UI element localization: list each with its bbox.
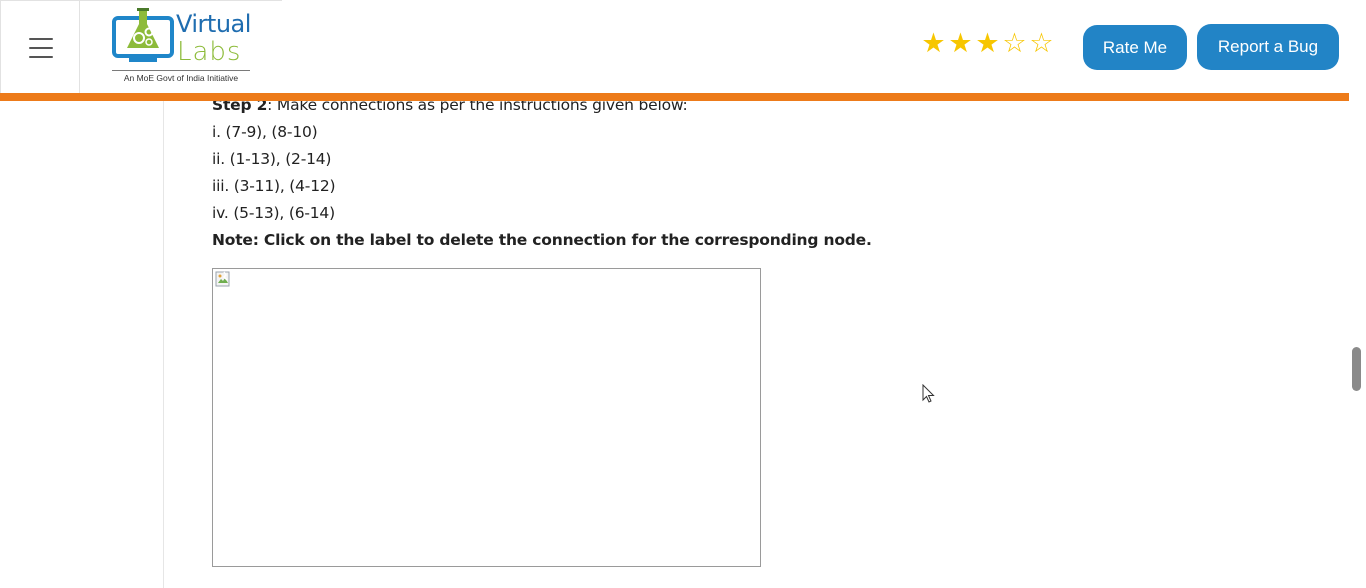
page: Step 2: Make connections as per the inst… xyxy=(0,0,1366,588)
menu-button[interactable] xyxy=(0,0,80,93)
logo-lab-icon xyxy=(112,8,174,62)
mouse-cursor-icon xyxy=(922,384,935,403)
rating-stars[interactable]: ★ ★ ★ ☆ ☆ xyxy=(920,30,1055,60)
instruction-item: iv. (5-13), (6-14) xyxy=(212,204,335,222)
instruction-item: ii. (1-13), (2-14) xyxy=(212,150,332,168)
scrollbar-thumb[interactable] xyxy=(1352,347,1361,391)
logo-word-virtual: Virtual xyxy=(176,10,251,38)
note-text: Note: Click on the label to delete the c… xyxy=(212,231,872,249)
hamburger-menu-icon[interactable] xyxy=(29,38,53,58)
star-empty-icon[interactable]: ☆ xyxy=(1001,30,1028,58)
site-header: Virtual Labs An MoE Govt of India Initia… xyxy=(0,0,1349,94)
star-empty-icon[interactable]: ☆ xyxy=(1028,30,1055,58)
header-accent-bar xyxy=(0,93,1349,101)
logo-word-labs: Labs xyxy=(177,37,242,67)
scrollbar-track[interactable] xyxy=(1349,0,1366,588)
broken-image-icon xyxy=(215,271,230,287)
star-filled-icon[interactable]: ★ xyxy=(947,30,974,58)
main-content: Step 2: Make connections as per the inst… xyxy=(212,92,1312,254)
experiment-image xyxy=(212,268,761,567)
star-filled-icon[interactable]: ★ xyxy=(920,30,947,58)
instruction-item: i. (7-9), (8-10) xyxy=(212,123,318,141)
report-bug-button[interactable]: Report a Bug xyxy=(1197,24,1339,70)
logo-tagline: An MoE Govt of India Initiative xyxy=(112,70,250,83)
rate-me-button[interactable]: Rate Me xyxy=(1083,25,1187,70)
instruction-item: iii. (3-11), (4-12) xyxy=(212,177,336,195)
star-filled-icon[interactable]: ★ xyxy=(974,30,1001,58)
